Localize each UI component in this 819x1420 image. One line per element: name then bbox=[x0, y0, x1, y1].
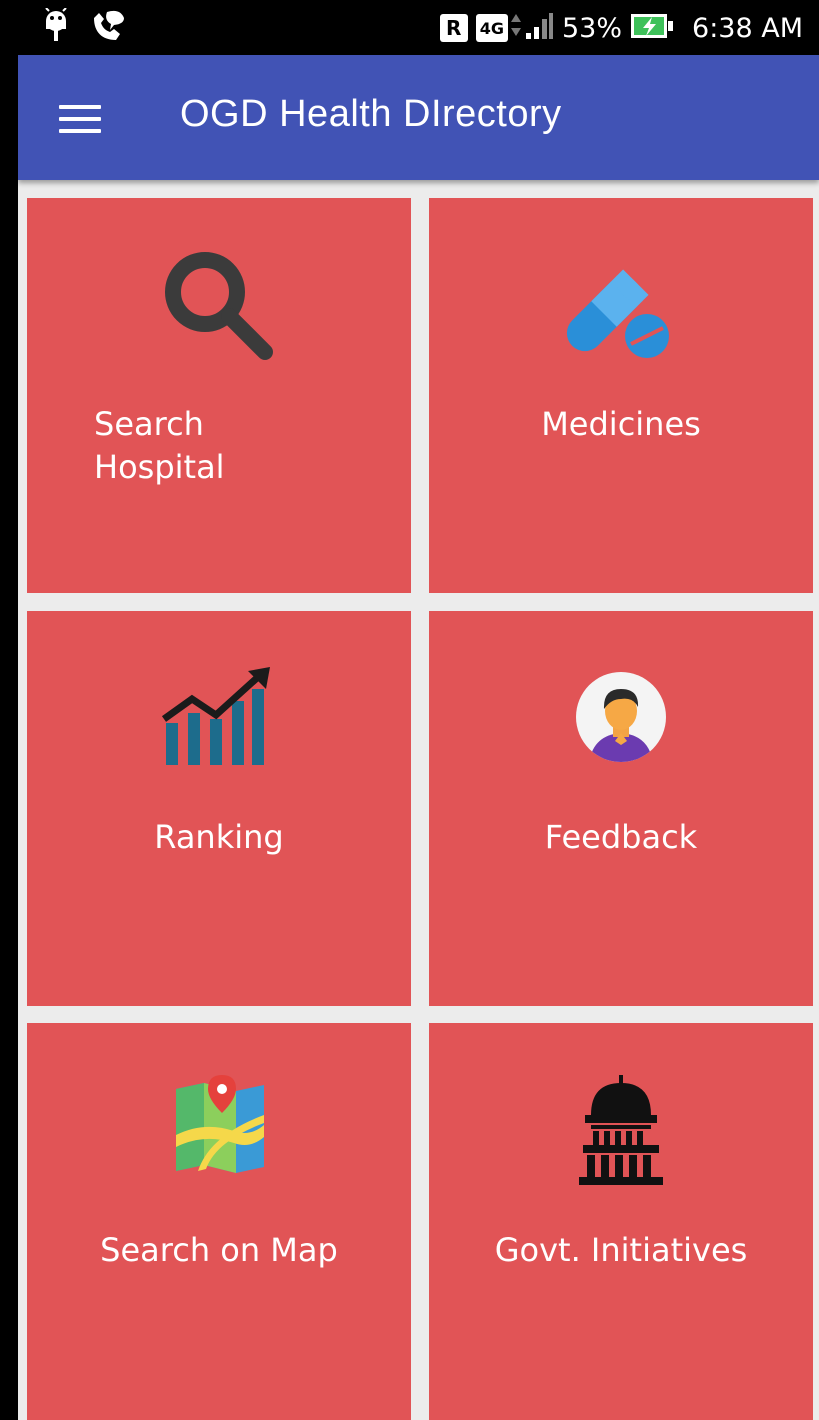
pills-icon bbox=[559, 264, 674, 368]
android-icon bbox=[44, 7, 68, 48]
tile-search-on-map[interactable]: Search on Map bbox=[27, 1023, 411, 1420]
tile-label: Search Hospital bbox=[94, 403, 225, 489]
bar-chart-trend-icon bbox=[161, 667, 274, 771]
signal-icon bbox=[524, 11, 554, 45]
tile-label-line2: Hospital bbox=[94, 448, 225, 486]
clock: 6:38 AM bbox=[692, 12, 803, 44]
tile-label-line1: Search bbox=[94, 405, 204, 443]
app-title: OGD Health DIrectory bbox=[180, 93, 562, 135]
hamburger-menu-icon[interactable] bbox=[56, 103, 104, 135]
user-avatar-icon bbox=[575, 671, 667, 767]
battery-percent: 53% bbox=[562, 12, 623, 44]
tile-ranking[interactable]: Ranking bbox=[27, 611, 411, 1006]
battery-charging-icon bbox=[630, 11, 674, 45]
tile-label: Medicines bbox=[541, 405, 701, 443]
tile-label: Govt. Initiatives bbox=[494, 1231, 748, 1269]
data-arrows-icon bbox=[510, 11, 522, 45]
tile-govt-initiatives[interactable]: Govt. Initiatives bbox=[429, 1023, 813, 1420]
tile-feedback[interactable]: Feedback bbox=[429, 611, 813, 1006]
magnifier-icon bbox=[163, 250, 277, 366]
government-building-icon bbox=[575, 1075, 667, 1191]
status-right-icons: R 4G 53% 6:38 AM bbox=[439, 8, 803, 48]
wifi-call-icon bbox=[90, 8, 126, 48]
app-toolbar: OGD Health DIrectory bbox=[18, 55, 819, 180]
tile-label: Feedback bbox=[544, 818, 698, 856]
roaming-badge: R bbox=[439, 14, 468, 42]
app-screen: OGD Health DIrectory Search Hospital Med… bbox=[18, 55, 819, 1420]
network-type-badge: 4G bbox=[475, 14, 508, 42]
tile-label: Search on Map bbox=[100, 1231, 338, 1269]
status-bar: R 4G 53% 6:38 AM bbox=[0, 0, 819, 55]
tile-medicines[interactable]: Medicines bbox=[429, 198, 813, 593]
map-pin-icon bbox=[174, 1075, 266, 1179]
status-left-icons bbox=[44, 7, 126, 48]
tile-search-hospital[interactable]: Search Hospital bbox=[27, 198, 411, 593]
tile-label: Ranking bbox=[154, 818, 284, 856]
